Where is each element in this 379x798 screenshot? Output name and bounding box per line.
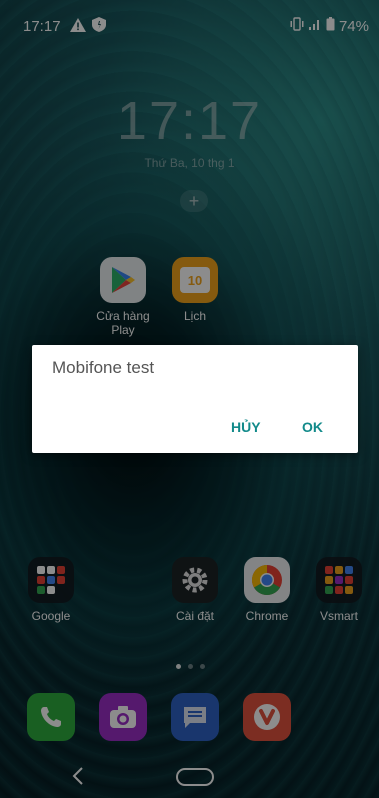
dialog-title: Mobifone test: [52, 358, 155, 377]
home-screen: 17:17 74% 17:17 Thứ Ba, 10 thg 1 + Cửa h…: [0, 0, 379, 798]
cancel-button[interactable]: HỦY: [225, 415, 267, 439]
ok-button[interactable]: OK: [296, 415, 329, 439]
alert-dialog: Mobifone test HỦY OK: [32, 345, 358, 453]
